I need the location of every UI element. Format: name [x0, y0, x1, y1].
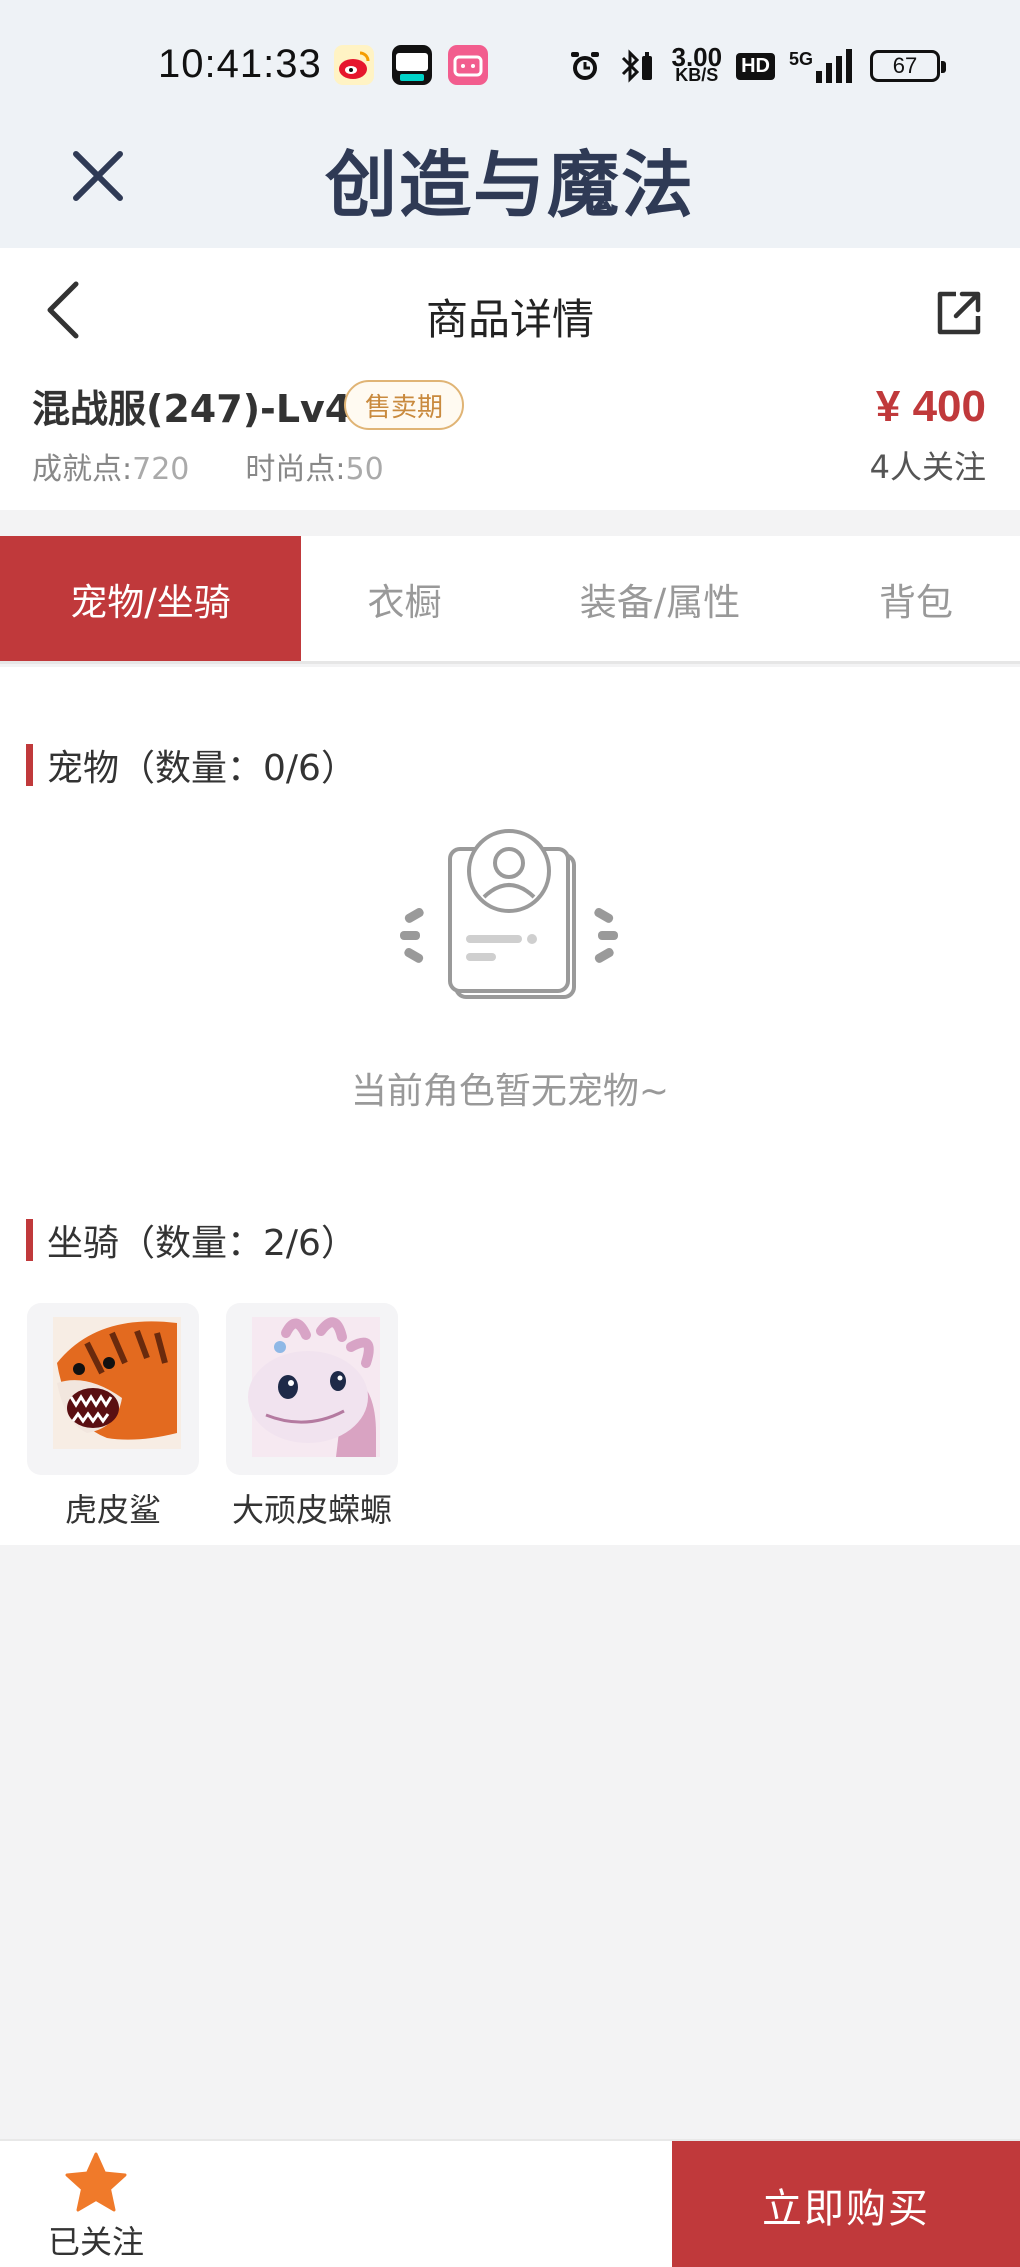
alarm-icon: [571, 52, 600, 80]
mount-list: 虎皮鲨 大顽皮蝾螈: [27, 1303, 398, 1531]
empty-state-icon: [396, 827, 624, 1007]
price: ¥ 400: [875, 382, 986, 431]
tab-backpack[interactable]: 背包: [812, 536, 1020, 661]
axolotl-icon: [226, 1303, 398, 1475]
tab-content: 宠物（数量：0/6） 当前角色暂无宠物~ 坐骑（数量：2/6） 虎皮鲨 大顽皮蝾…: [0, 667, 1020, 1545]
follower-count: 4人关注: [869, 448, 986, 486]
tab-equipment-attributes[interactable]: 装备/属性: [508, 536, 812, 661]
signal-bars-icon: [816, 49, 852, 83]
status-bar: 10:41:33 3.00 KB/S HD 5G 67: [0, 0, 1020, 130]
bilibili-app-icon: [448, 45, 488, 85]
page-title: 商品详情: [425, 295, 594, 344]
status-badge: 售卖期: [344, 380, 464, 430]
hd-badge: HD: [736, 52, 775, 80]
empty-state-text: 当前角色暂无宠物~: [350, 1071, 670, 1112]
tiger-shark-icon: [27, 1303, 199, 1475]
star-icon: [65, 2152, 127, 2212]
mount-name: 虎皮鲨: [64, 1491, 161, 1529]
bottom-action-bar: 已关注 立即购买: [0, 2139, 1020, 2267]
huya-app-icon: [392, 45, 432, 85]
status-time: 10:41:33: [158, 42, 322, 86]
battery-indicator: 67: [870, 50, 946, 82]
mount-item[interactable]: 大顽皮蝾螈: [226, 1303, 398, 1531]
fashion-points: 时尚点:50: [245, 452, 384, 487]
item-stats: 成就点:720 时尚点:50: [32, 444, 384, 488]
app-title: 创造与魔法: [324, 143, 695, 227]
tab-wardrobe[interactable]: 衣橱: [301, 536, 508, 661]
weibo-icon: [334, 45, 374, 85]
mounts-section-title: 坐骑（数量：2/6）: [26, 1214, 357, 1266]
section-marker: [26, 1219, 33, 1261]
status-indicators: 3.00 KB/S HD 5G 67: [567, 42, 946, 88]
mount-name: 大顽皮蝾螈: [231, 1491, 392, 1529]
mount-item[interactable]: 虎皮鲨: [27, 1303, 199, 1531]
achievement-points: 成就点:720: [32, 452, 190, 487]
share-icon: [937, 291, 981, 335]
bluetooth-battery-icon: [622, 49, 653, 83]
app-title-bar: 创造与魔法: [0, 130, 1020, 248]
share-button[interactable]: [934, 288, 984, 338]
follow-button[interactable]: 已关注: [30, 2151, 162, 2263]
section-marker: [26, 744, 33, 786]
tab-pets-mounts[interactable]: 宠物/坐骑: [0, 536, 301, 661]
signal-indicator: 5G: [789, 49, 856, 83]
pets-section-title: 宠物（数量：0/6）: [26, 739, 357, 791]
tab-bar: 宠物/坐骑 衣橱 装备/属性 背包: [0, 536, 1020, 664]
buy-now-button[interactable]: 立即购买: [672, 2141, 1020, 2267]
follow-label: 已关注: [47, 2223, 144, 2261]
network-speed: 3.00 KB/S: [671, 42, 723, 85]
item-detail-header: 商品详情 混战服(247)-Lv40 售卖期 ¥ 400 成就点:720 时尚点…: [0, 248, 1020, 510]
item-name: 混战服(247)-Lv40: [32, 387, 378, 431]
